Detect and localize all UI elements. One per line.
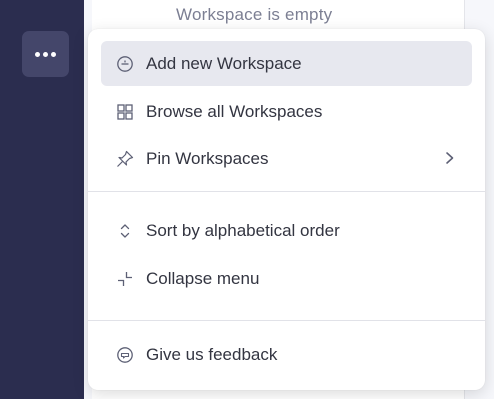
menu-item-label: Pin Workspaces	[146, 148, 269, 168]
feedback-icon	[115, 345, 135, 365]
collapse-icon	[115, 269, 135, 289]
sort-icon	[115, 221, 135, 241]
pin-workspaces-item[interactable]: Pin Workspaces	[101, 136, 472, 181]
browse-all-workspaces-item[interactable]: Browse all Workspaces	[101, 89, 472, 134]
more-dot-3	[51, 51, 56, 57]
menu-divider	[88, 320, 485, 321]
add-new-workspace-item[interactable]: Add new Workspace	[101, 41, 472, 86]
menu-item-label: Sort by alphabetical order	[146, 220, 340, 240]
menu-item-label: Collapse menu	[146, 268, 260, 288]
workspace-empty-message: Workspace is empty	[176, 5, 333, 24]
collapse-menu-item[interactable]: Collapse menu	[101, 256, 472, 301]
sort-alphabetical-item[interactable]: Sort by alphabetical order	[101, 208, 472, 253]
more-dot-2	[43, 51, 48, 57]
more-dots-icon	[35, 51, 40, 57]
give-feedback-item[interactable]: Give us feedback	[101, 332, 472, 377]
screen: Workspace is empty Add new Workspace Bro…	[0, 0, 494, 399]
menu-item-label: Browse all Workspaces	[146, 101, 323, 121]
menu-divider	[88, 191, 485, 192]
chevron-right-icon	[442, 148, 458, 168]
add-circle-icon	[115, 54, 135, 74]
workspace-options-menu: Add new Workspace Browse all Workspaces	[88, 29, 485, 390]
menu-item-label: Give us feedback	[146, 344, 278, 364]
menu-item-label: Add new Workspace	[146, 53, 302, 73]
more-options-button[interactable]	[22, 31, 69, 77]
pin-icon	[115, 149, 135, 169]
left-sidebar	[0, 0, 84, 399]
grid-icon	[115, 102, 135, 122]
